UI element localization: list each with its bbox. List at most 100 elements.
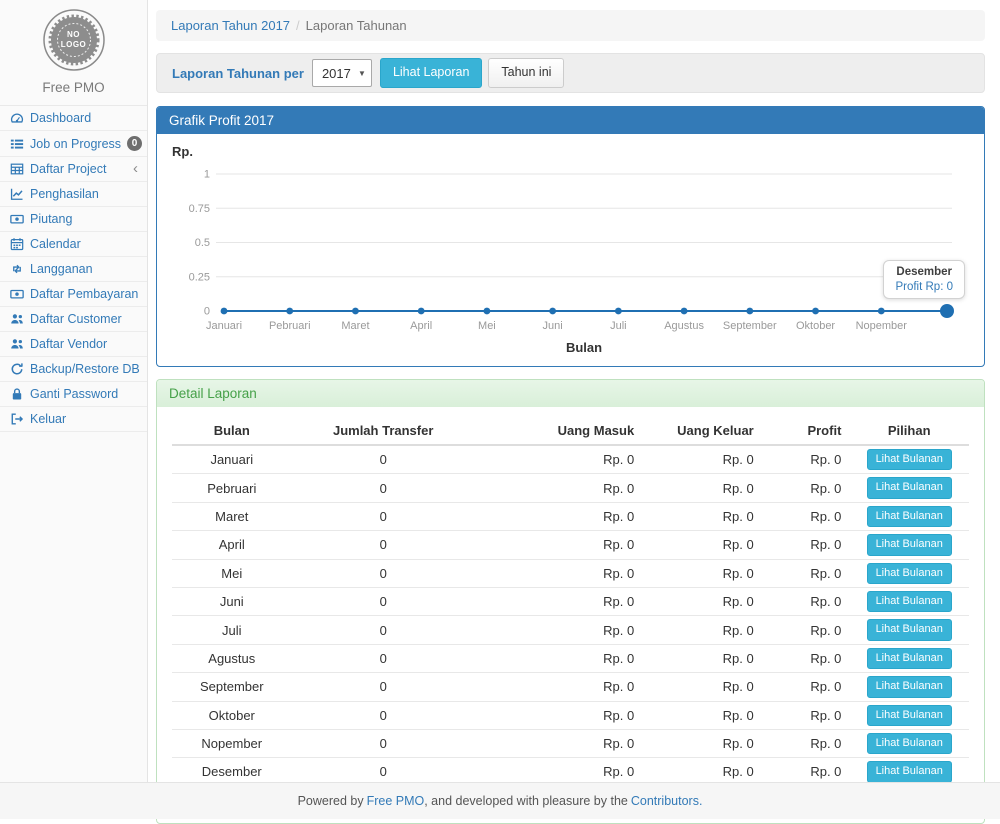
sidebar-item-daftar-project[interactable]: Daftar Project ‹: [0, 157, 147, 182]
chevron-left-icon: ‹: [133, 164, 138, 174]
cell: Rp. 0: [642, 673, 762, 701]
report-table: Bulan Jumlah Transfer Uang Masuk Uang Ke…: [172, 417, 969, 811]
tahun-ini-button[interactable]: Tahun ini: [488, 58, 564, 88]
sidebar-item-backup-restore-db[interactable]: Backup/Restore DB: [0, 357, 147, 382]
breadcrumb-link[interactable]: Laporan Tahun 2017: [171, 18, 290, 33]
chart-point[interactable]: [746, 308, 753, 315]
brand-name: Free PMO: [0, 76, 147, 105]
cell: 0: [292, 616, 475, 644]
chart-point[interactable]: [812, 308, 819, 315]
sidebar-item-job-on-progress[interactable]: Job on Progress0: [0, 131, 147, 157]
detail-report-panel: Detail Laporan Bulan Jumlah Transfer Uan…: [156, 379, 985, 824]
sidebar-menu: DashboardJob on Progress0 Daftar Project ‹…: [0, 105, 147, 432]
y-tick-label: 0.75: [189, 203, 210, 215]
x-tick-label: Pebruari: [269, 320, 311, 332]
cell: 0: [292, 701, 475, 729]
cell: Rp. 0: [642, 445, 762, 474]
lihat-bulanan-button[interactable]: Lihat Bulanan: [867, 563, 952, 584]
sidebar-item-label: Calendar: [30, 237, 81, 251]
lihat-bulanan-button[interactable]: Lihat Bulanan: [867, 648, 952, 669]
chart-line-icon: [9, 187, 24, 201]
sidebar-item-piutang[interactable]: Piutang: [0, 207, 147, 232]
x-tick-label: Agustus: [664, 320, 704, 332]
cell: Rp. 0: [762, 729, 850, 757]
lihat-bulanan-button[interactable]: Lihat Bulanan: [867, 761, 952, 782]
chart-point[interactable]: [286, 308, 293, 315]
sidebar-item-label: Langganan: [30, 262, 93, 276]
cell: Nopember: [172, 729, 292, 757]
cell: September: [172, 673, 292, 701]
cell: Rp. 0: [642, 644, 762, 672]
sidebar-item-daftar-vendor[interactable]: Daftar Vendor: [0, 332, 147, 357]
cell: Juni: [172, 587, 292, 615]
sidebar-item-label: Penghasilan: [30, 187, 99, 201]
cell: Juli: [172, 616, 292, 644]
lihat-laporan-button[interactable]: Lihat Laporan: [380, 58, 482, 88]
lihat-bulanan-button[interactable]: Lihat Bulanan: [867, 733, 952, 754]
table-row: Oktober0Rp. 0Rp. 0Rp. 0Lihat Bulanan: [172, 701, 969, 729]
cell: Januari: [172, 445, 292, 474]
chart-point[interactable]: [221, 308, 228, 315]
lihat-bulanan-button[interactable]: Lihat Bulanan: [867, 506, 952, 527]
chart-point[interactable]: [615, 308, 622, 315]
cell: Oktober: [172, 701, 292, 729]
sidebar-item-ganti-password[interactable]: Ganti Password: [0, 382, 147, 407]
cell: Rp. 0: [475, 474, 642, 502]
sidebar-item-calendar[interactable]: Calendar: [0, 232, 147, 257]
lihat-bulanan-button[interactable]: Lihat Bulanan: [867, 449, 952, 470]
contributors-link[interactable]: Contributors.: [631, 794, 703, 808]
cell: Rp. 0: [475, 531, 642, 559]
sidebar-item-penghasilan[interactable]: Penghasilan: [0, 182, 147, 207]
chart-point[interactable]: [681, 308, 688, 315]
lihat-bulanan-button[interactable]: Lihat Bulanan: [867, 619, 952, 640]
sidebar-item-label: Daftar Customer: [30, 312, 122, 326]
lihat-bulanan-button[interactable]: Lihat Bulanan: [867, 591, 952, 612]
sign-out-icon: [9, 412, 24, 426]
table-row: September0Rp. 0Rp. 0Rp. 0Lihat Bulanan: [172, 673, 969, 701]
breadcrumb-separator: /: [296, 18, 300, 33]
cell: Rp. 0: [642, 474, 762, 502]
breadcrumb-current: Laporan Tahunan: [306, 18, 407, 33]
lihat-bulanan-button[interactable]: Lihat Bulanan: [867, 477, 952, 498]
lihat-bulanan-button[interactable]: Lihat Bulanan: [867, 705, 952, 726]
sidebar-item-label: Keluar: [30, 412, 66, 426]
y-tick-label: 1: [204, 169, 210, 181]
money-icon: [9, 212, 24, 226]
cell: Rp. 0: [475, 616, 642, 644]
year-select[interactable]: 2017: [312, 59, 372, 87]
cell: Mei: [172, 559, 292, 587]
cell: 0: [292, 474, 475, 502]
lihat-bulanan-button[interactable]: Lihat Bulanan: [867, 534, 952, 555]
page: NO LOGO Free PMO DashboardJob on Progres…: [0, 0, 1000, 819]
chart-point[interactable]: [418, 308, 425, 315]
free-pmo-link[interactable]: Free PMO: [367, 794, 425, 808]
chart-point[interactable]: [549, 308, 556, 315]
logo: NO LOGO: [0, 0, 147, 76]
cell: Rp. 0: [475, 673, 642, 701]
sidebar-item-label: Daftar Project: [30, 162, 106, 176]
cell: Rp. 0: [762, 701, 850, 729]
sidebar-item-label: Backup/Restore DB: [30, 362, 140, 376]
profit-line-chart: 00.250.50.751JanuariPebruariMaretAprilMe…: [172, 163, 970, 361]
chart-point[interactable]: [940, 304, 954, 318]
cell: Rp. 0: [762, 445, 850, 474]
chart-point[interactable]: [352, 308, 359, 315]
chart-point[interactable]: [878, 308, 885, 315]
chart-point[interactable]: [484, 308, 491, 315]
sidebar-item-daftar-customer[interactable]: Daftar Customer: [0, 307, 147, 332]
cell: Rp. 0: [762, 644, 850, 672]
sidebar-item-dashboard[interactable]: Dashboard: [0, 106, 147, 131]
table-row: Agustus0Rp. 0Rp. 0Rp. 0Lihat Bulanan: [172, 644, 969, 672]
sidebar-item-label: Piutang: [30, 212, 72, 226]
sidebar-item-keluar[interactable]: Keluar: [0, 407, 147, 432]
sidebar-item-langganan[interactable]: Langganan: [0, 257, 147, 282]
footer: Powered byFree PMO, and developed with p…: [0, 782, 1000, 819]
col-jumlah-transfer: Jumlah Transfer: [292, 417, 475, 445]
x-tick-label: Juni: [543, 320, 563, 332]
cell: Rp. 0: [762, 559, 850, 587]
cell: Rp. 0: [762, 502, 850, 530]
sidebar-item-daftar-pembayaran[interactable]: Daftar Pembayaran: [0, 282, 147, 307]
lock-icon: [9, 387, 24, 401]
y-tick-label: 0: [204, 306, 210, 318]
lihat-bulanan-button[interactable]: Lihat Bulanan: [867, 676, 952, 697]
